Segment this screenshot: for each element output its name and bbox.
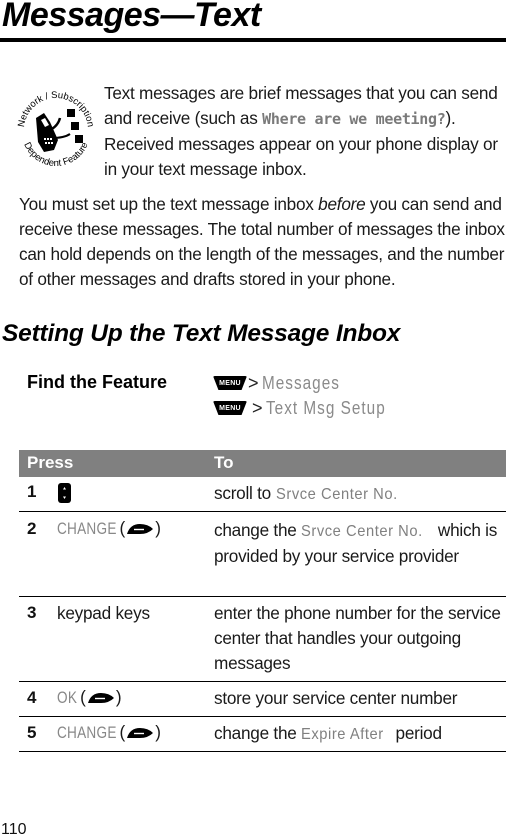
phone-glyph	[36, 113, 71, 152]
softkey-label: OK	[57, 687, 78, 707]
steps-table: Press To 1 scroll to Srvce Center No. 2 …	[19, 450, 506, 752]
menu-item-ref: Srvce Center No.	[275, 486, 398, 503]
path-separator: >	[248, 372, 259, 393]
softkey-icon	[87, 692, 114, 703]
menu-key-icon: MENU	[213, 401, 247, 415]
step-description: change the Srvce Center No. which is pro…	[214, 520, 498, 566]
table-row: 4 OK ( ) store your service center numbe…	[19, 682, 506, 717]
badge-top-text: Network / Subscription	[16, 90, 96, 128]
step-description: enter the phone number for the service c…	[214, 603, 501, 673]
page-number: 110	[1, 821, 27, 838]
path-separator: >	[252, 397, 263, 418]
softkey-label: CHANGE	[57, 722, 117, 742]
step-number: 1	[27, 482, 37, 501]
step-description: store your service center number	[214, 688, 458, 708]
step-number: 3	[27, 603, 37, 622]
nav-scroll-key-icon	[58, 483, 71, 503]
menu-key-icon: MENU	[213, 376, 247, 390]
header-to: To	[214, 453, 234, 472]
table-row: 1 scroll to Srvce Center No.	[19, 477, 506, 512]
table-row: 5 CHANGE ( ) change the Expire After per…	[19, 717, 506, 752]
menu-item-ref: Srvce Center No.	[301, 523, 423, 540]
feature-path-1: MENU > Messages	[213, 372, 353, 394]
find-the-feature-label: Find the Feature	[27, 372, 168, 392]
softkey-label: CHANGE	[57, 518, 117, 538]
softkey-icon	[127, 727, 154, 738]
example-message: Where are we meeting?	[262, 110, 446, 128]
section-heading: Setting Up the Text Message Inbox	[2, 320, 401, 347]
header-press: Press	[27, 453, 74, 472]
table-row: 2 CHANGE ( ) change the Srvce Center No.…	[19, 512, 506, 597]
menu-item-ref: Expire After	[301, 726, 384, 743]
feature-path-2: MENU > Text Msg Setup	[213, 397, 406, 419]
feature-path-item: Messages	[261, 372, 340, 393]
network-subscription-dependent-feature-icon: Network / Subscription Dependent Feature	[16, 90, 96, 169]
page-title: Messages—Text	[2, 0, 261, 34]
step-description: change the Expire After period	[214, 721, 506, 747]
title-rule	[0, 38, 506, 42]
table-row: 3 keypad keys enter the phone number for…	[19, 597, 506, 682]
feature-path-item: Text Msg Setup	[265, 397, 386, 418]
step-description: scroll to Srvce Center No.	[214, 481, 506, 507]
step-number: 5	[27, 723, 37, 742]
step-number: 4	[27, 688, 37, 707]
setup-paragraph: You must set up the text message inbox b…	[19, 194, 505, 289]
press-action: keypad keys	[57, 603, 150, 623]
intro-paragraph: Text messages are brief messages that yo…	[104, 83, 498, 179]
softkey-icon	[127, 523, 154, 534]
step-number: 2	[27, 519, 37, 538]
table-header: Press To	[19, 450, 506, 477]
